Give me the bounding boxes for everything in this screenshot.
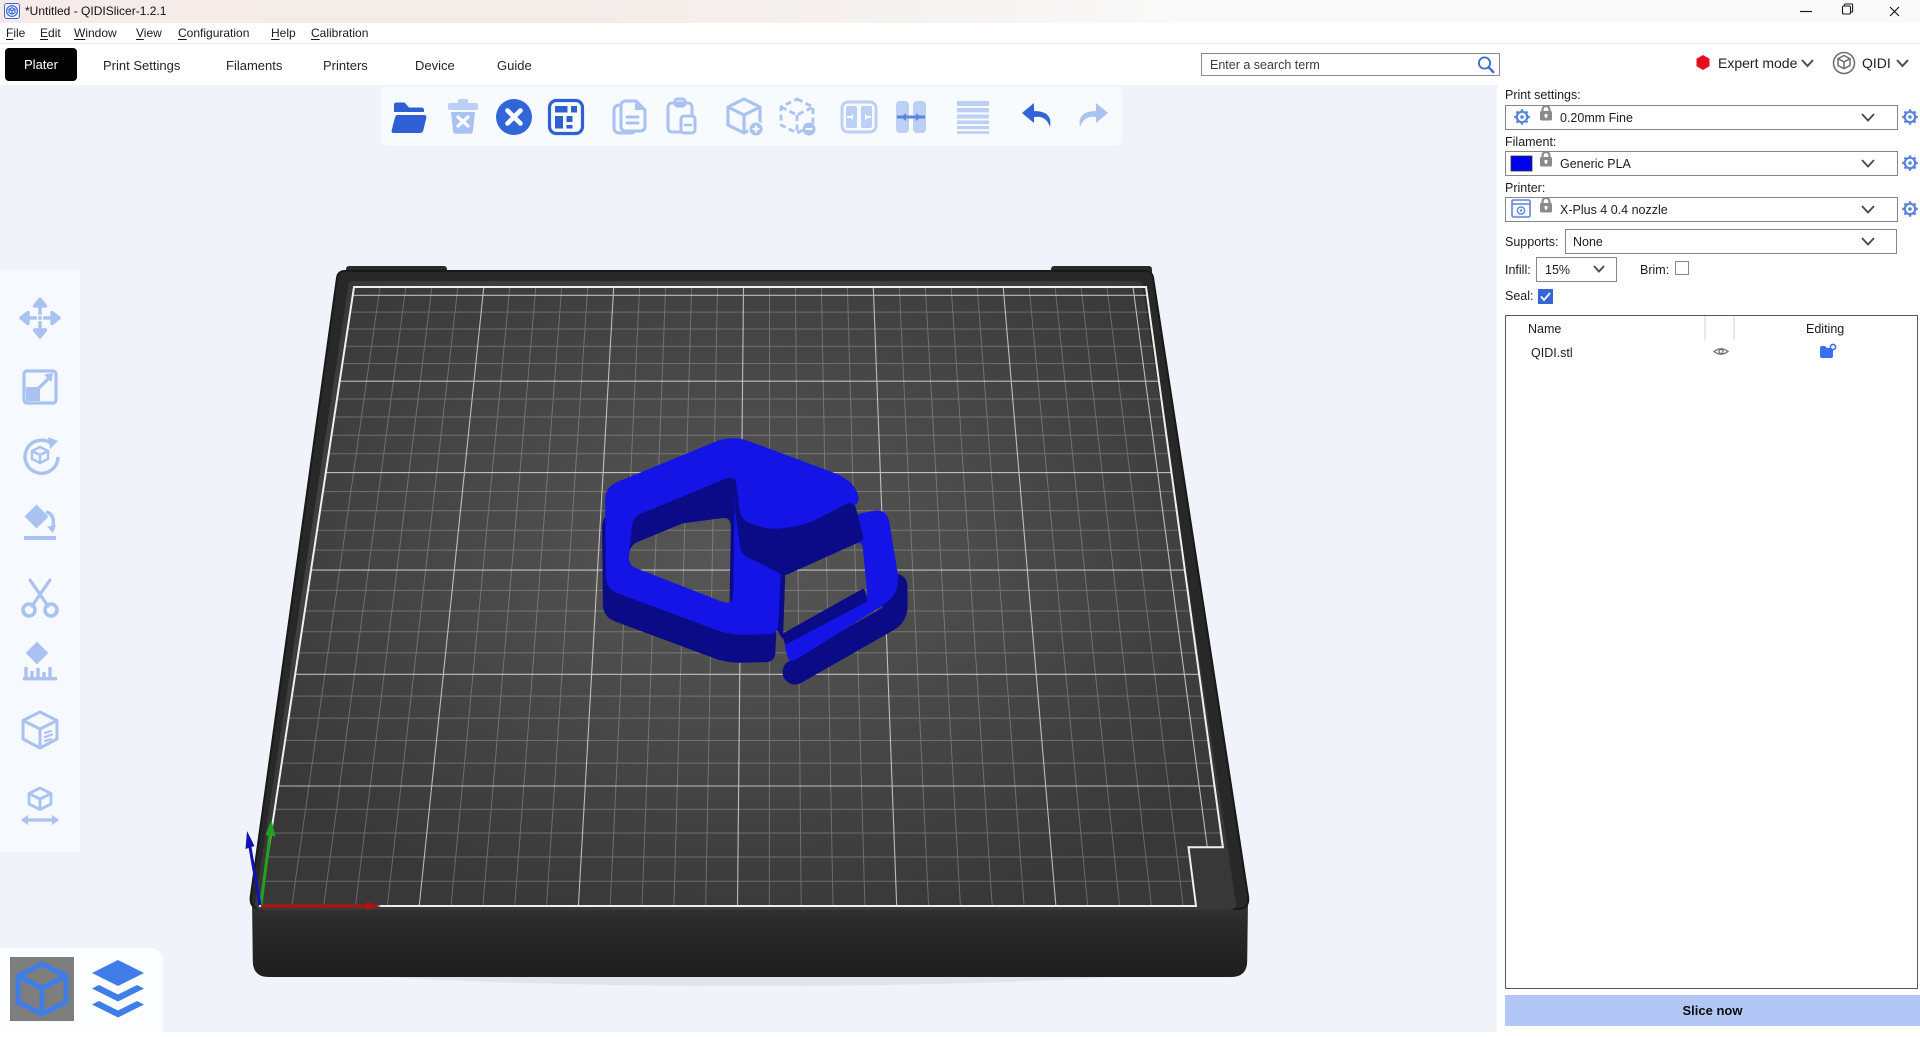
svg-text:Expert mode: Expert mode <box>1718 55 1798 71</box>
svg-text:Brim:: Brim: <box>1640 263 1669 277</box>
svg-text:15%: 15% <box>1545 263 1570 277</box>
svg-text:Seal:: Seal: <box>1505 289 1534 303</box>
svg-text:Printer:: Printer: <box>1505 181 1545 195</box>
svg-text:None: None <box>1573 235 1603 249</box>
svg-text:0.20mm Fine: 0.20mm Fine <box>1560 111 1633 125</box>
svg-text:Name: Name <box>1528 322 1561 336</box>
svg-text:Filament:: Filament: <box>1505 135 1556 149</box>
svg-text:X-Plus 4 0.4 nozzle: X-Plus 4 0.4 nozzle <box>1560 203 1668 217</box>
svg-text:Editing: Editing <box>1806 322 1844 336</box>
svg-text:QIDI.stl: QIDI.stl <box>1531 346 1573 360</box>
svg-text:QIDI: QIDI <box>1862 55 1891 71</box>
svg-text:Infill:: Infill: <box>1505 263 1531 277</box>
svg-text:Supports:: Supports: <box>1505 235 1559 249</box>
svg-text:Generic PLA: Generic PLA <box>1560 157 1632 171</box>
svg-text:Print settings:: Print settings: <box>1505 88 1581 102</box>
